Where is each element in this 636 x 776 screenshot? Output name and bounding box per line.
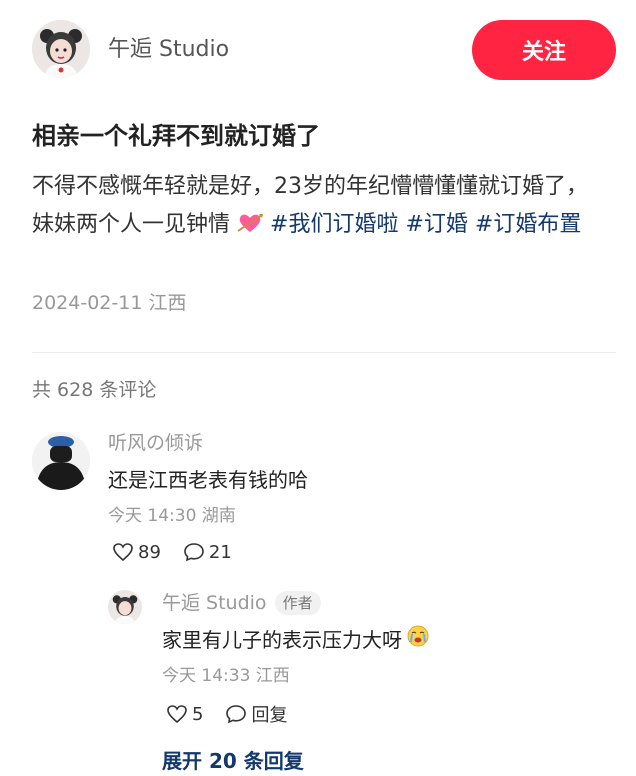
crying-face-icon xyxy=(406,624,430,655)
post-date-location: 2024-02-11 江西 xyxy=(32,292,187,314)
post-tag-link[interactable]: #订婚 xyxy=(405,212,467,237)
chat-bubble-icon xyxy=(184,543,204,562)
reply-author-avatar[interactable] xyxy=(108,590,142,624)
reply-like-button[interactable]: 5 xyxy=(166,704,203,725)
follow-button[interactable]: 关注 xyxy=(472,20,616,80)
reply-text: 家里有儿子的表示压力大呀 xyxy=(162,627,402,652)
reply-meta: 今天 14:33 江西 xyxy=(162,666,290,686)
author-avatar[interactable] xyxy=(32,20,90,78)
commenter-avatar[interactable] xyxy=(32,432,90,490)
reply-author-row: 午逅 Studio 作者 xyxy=(162,590,321,616)
post-tag-link[interactable]: #订婚布置 xyxy=(475,212,581,237)
heart-arrow-icon xyxy=(237,209,264,232)
comment-like-button[interactable]: 89 xyxy=(112,542,161,563)
reply-author-name[interactable]: 午逅 Studio xyxy=(162,590,267,616)
chat-bubble-icon xyxy=(226,705,247,724)
reply-like-count: 5 xyxy=(192,703,204,725)
comment-reply-button[interactable]: 21 xyxy=(183,542,232,563)
post-body: 不得不感慨年轻就是好，23岁的年纪懵懵懂懂就订婚了，妹妹两个人一见钟情 #我们订… xyxy=(32,168,604,244)
expand-replies-link[interactable]: 展开 20 条回复 xyxy=(162,748,304,774)
comment-actions: 89 21 xyxy=(112,538,254,566)
commenter-name[interactable]: 听风の倾诉 xyxy=(108,430,203,456)
author-name[interactable]: 午逅 Studio xyxy=(108,36,229,64)
reply-reply-button[interactable]: 回复 xyxy=(225,701,287,727)
reply-reply-label: 回复 xyxy=(251,705,288,726)
comment-text: 还是江西老表有钱的哈 xyxy=(108,468,308,492)
comment-reply-count: 21 xyxy=(208,541,232,563)
post-header: 午逅 Studio 关注 xyxy=(0,0,636,100)
author-badge: 作者 xyxy=(274,591,321,615)
post-title: 相亲一个礼拜不到就订婚了 xyxy=(32,122,320,150)
reply-actions: 5 回复 xyxy=(166,700,309,728)
reply-text-row: 家里有儿子的表示压力大呀 xyxy=(162,624,430,655)
comment-meta: 今天 14:30 湖南 xyxy=(108,506,236,526)
comment-count: 共 628 条评论 xyxy=(32,379,157,401)
divider xyxy=(32,352,616,353)
post-tag-link[interactable]: #我们订婚啦 xyxy=(270,212,398,237)
heart-icon xyxy=(113,543,133,562)
comment-like-count: 89 xyxy=(138,541,161,563)
heart-icon xyxy=(167,705,187,724)
